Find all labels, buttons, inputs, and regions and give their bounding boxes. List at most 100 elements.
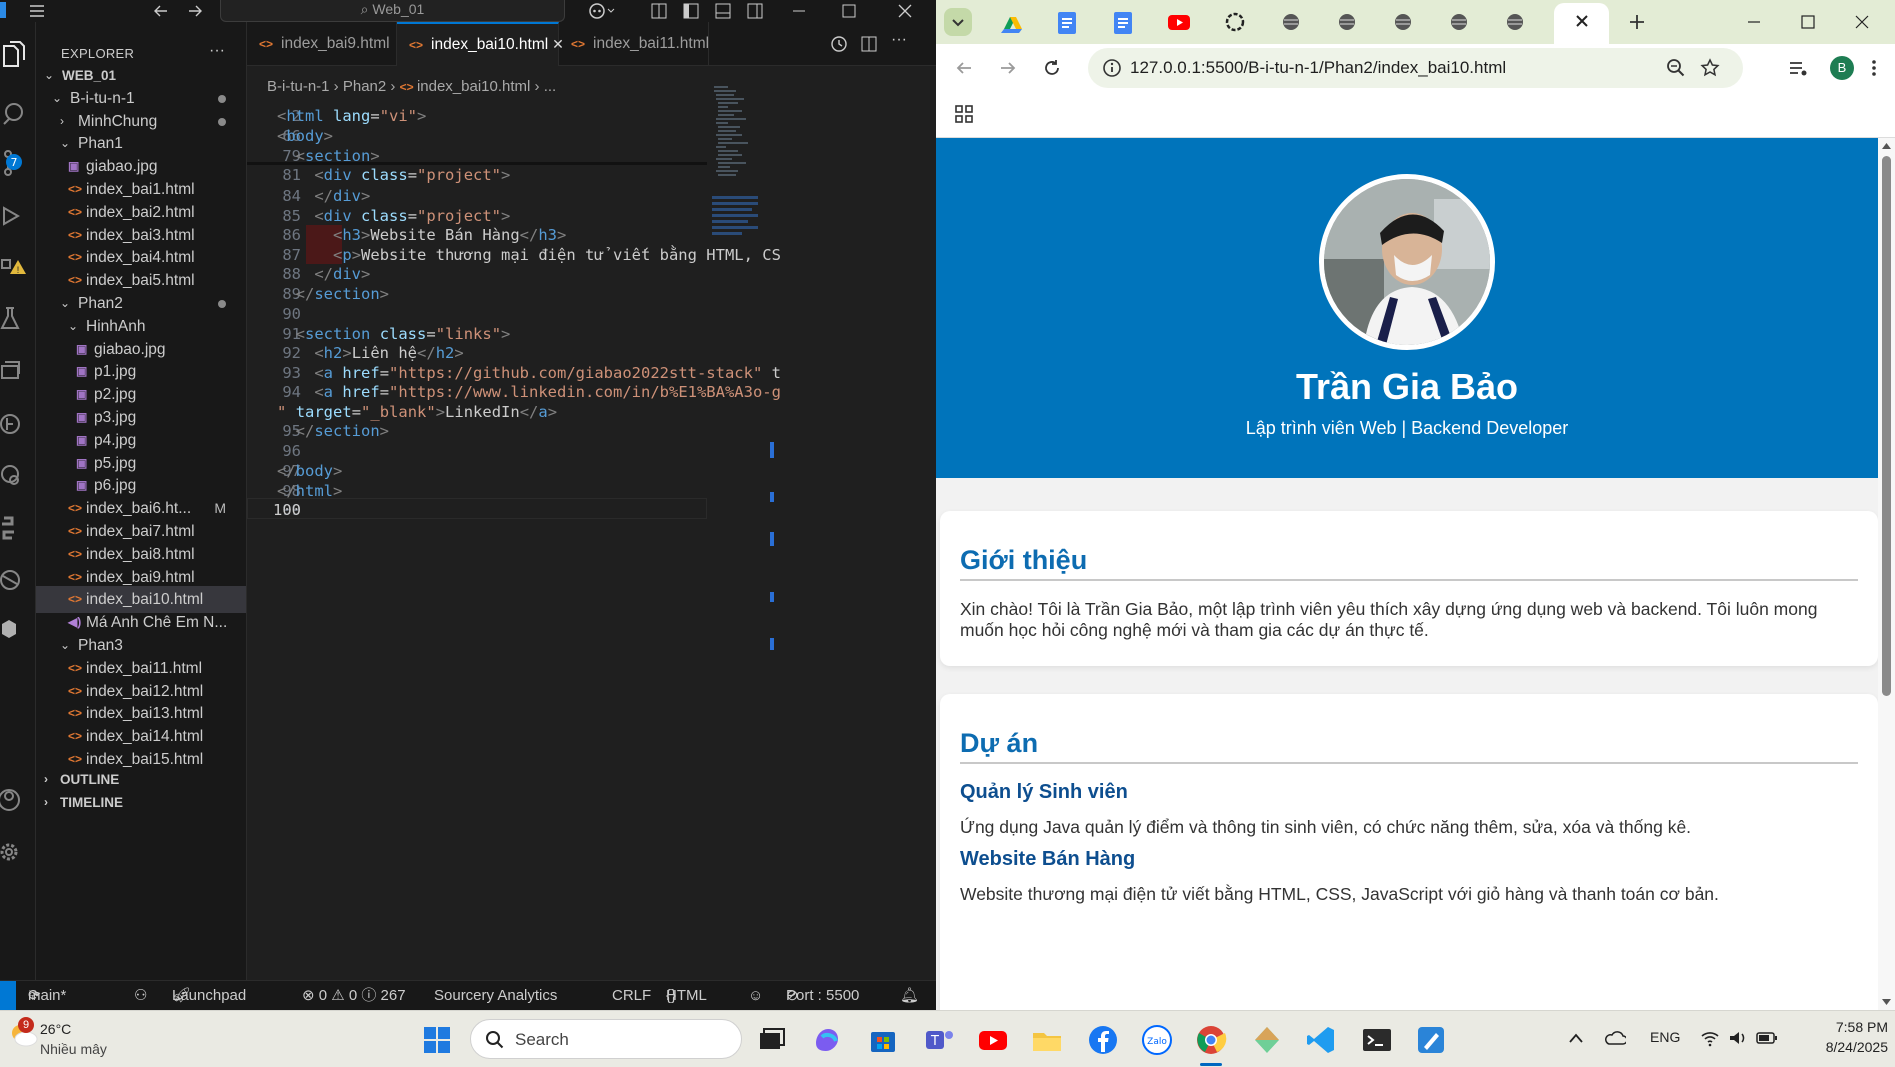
breadcrumb-item[interactable]: ... xyxy=(544,78,557,95)
bell-icon[interactable]: 🔔︎ xyxy=(900,981,919,1011)
maximize-icon[interactable] xyxy=(840,2,858,20)
problems-status[interactable]: ⊗ 0 ⚠ 0 ⓘ 267 xyxy=(302,981,406,1011)
taskbar-search[interactable]: Search xyxy=(470,1019,742,1059)
layout-icon[interactable] xyxy=(650,2,668,20)
bookmark-star-icon[interactable] xyxy=(1700,58,1720,78)
editor-tab[interactable]: <> index_bai10.html ✕ xyxy=(397,22,564,66)
tab-globe-4[interactable] xyxy=(1434,3,1484,41)
toggle-secondary-sidebar-icon[interactable] xyxy=(746,2,764,20)
wifi-icon[interactable] xyxy=(1700,1029,1720,1047)
task-view-icon[interactable] xyxy=(754,1023,788,1057)
tab-globe-2[interactable] xyxy=(1322,3,1372,41)
git-graph-activity[interactable] xyxy=(0,406,36,450)
close-tab-icon[interactable] xyxy=(1572,11,1592,31)
media-queue-icon[interactable] xyxy=(1788,58,1808,78)
live-share-activity[interactable] xyxy=(0,562,36,606)
tab-google-drive[interactable] xyxy=(986,3,1036,41)
file-explorer-icon[interactable] xyxy=(1030,1023,1064,1057)
page-scrollbar[interactable] xyxy=(1878,138,1895,1010)
tab-google-docs-1[interactable] xyxy=(1042,3,1092,41)
terminal-icon[interactable] xyxy=(1360,1023,1394,1057)
zoom-icon[interactable] xyxy=(1666,58,1686,78)
toggle-sidebar-icon[interactable] xyxy=(682,2,700,20)
minimize-icon[interactable] xyxy=(1744,12,1764,32)
editor-tab[interactable]: <> index_bai11.html xyxy=(559,22,709,66)
timeline-section[interactable]: › TIMELINE xyxy=(36,789,246,816)
kebab-menu-icon[interactable] xyxy=(1870,58,1878,78)
back-arrow-icon[interactable] xyxy=(152,2,170,20)
maximize-icon[interactable] xyxy=(1798,12,1818,32)
tab-google-docs-2[interactable] xyxy=(1098,3,1148,41)
microsoft-store-icon[interactable] xyxy=(866,1023,900,1057)
breadcrumb-item[interactable]: index_bai10.html xyxy=(417,78,530,95)
close-icon[interactable] xyxy=(1852,12,1872,32)
settings-activity[interactable] xyxy=(0,834,36,878)
clock-date[interactable]: 8/24/2025 xyxy=(1800,1039,1888,1055)
language-indicator[interactable]: ENG xyxy=(1650,1029,1680,1045)
zalo-icon[interactable]: Zalo xyxy=(1140,1023,1174,1057)
breadcrumb-item[interactable]: Phan2 xyxy=(343,78,386,95)
command-center-search[interactable]: ⌕ Web_01 xyxy=(220,0,565,22)
copilot-icon[interactable] xyxy=(588,2,616,20)
source-control-activity[interactable]: 7 xyxy=(0,146,36,190)
tab-active[interactable] xyxy=(1554,3,1609,44)
tab-globe-3[interactable] xyxy=(1378,3,1428,41)
vscode-icon[interactable] xyxy=(1304,1023,1338,1057)
copilot-icon[interactable] xyxy=(810,1023,844,1057)
volume-icon[interactable] xyxy=(1728,1029,1748,1047)
site-info-icon[interactable] xyxy=(1102,58,1122,78)
address-bar[interactable]: 127.0.0.1:5500/B-i-tu-n-1/Phan2/index_ba… xyxy=(1088,48,1743,88)
windows-start-icon[interactable] xyxy=(420,1023,454,1057)
breadcrumb-item[interactable]: B-i-tu-n-1 xyxy=(267,78,330,95)
scroll-down-icon[interactable] xyxy=(1881,998,1892,1006)
youtube-icon[interactable] xyxy=(976,1023,1010,1057)
docker-activity[interactable] xyxy=(0,458,36,502)
weather-widget[interactable]: 9 26°C Nhiều mây xyxy=(6,1015,136,1063)
sourcery-status[interactable]: Sourcery Analytics xyxy=(434,981,557,1011)
container-activity[interactable] xyxy=(0,612,36,656)
remote-explorer-activity[interactable] xyxy=(0,354,36,398)
chrome-icon[interactable] xyxy=(1194,1023,1228,1057)
scroll-thumb[interactable] xyxy=(1882,156,1891,696)
editor-tab[interactable]: <> index_bai9.html xyxy=(247,22,397,66)
reload-icon[interactable] xyxy=(1042,58,1062,78)
tab-search-icon[interactable] xyxy=(944,8,972,36)
profile-avatar[interactable]: B xyxy=(1830,56,1854,80)
minimize-icon[interactable] xyxy=(790,2,808,20)
extensions-activity[interactable]: ! xyxy=(0,250,36,294)
explorer-activity[interactable] xyxy=(0,38,36,82)
copilot-status-icon[interactable]: ☺ xyxy=(748,981,763,1011)
python-activity[interactable] xyxy=(0,510,36,554)
forward-arrow-icon[interactable] xyxy=(186,2,204,20)
testing-activity[interactable] xyxy=(0,302,36,346)
explorer-more-icon[interactable]: ··· xyxy=(209,42,225,60)
eol-status[interactable]: CRLF xyxy=(612,981,651,1011)
tab-youtube[interactable] xyxy=(1154,3,1204,41)
search-activity[interactable] xyxy=(0,96,36,140)
git-graph-status-icon[interactable]: ⚇ xyxy=(134,981,147,1011)
paint-app-icon[interactable] xyxy=(1414,1023,1448,1057)
timeline-icon[interactable] xyxy=(830,35,848,53)
split-editor-icon[interactable] xyxy=(860,35,878,53)
tab-globe-5[interactable] xyxy=(1490,3,1540,41)
back-arrow-icon[interactable] xyxy=(954,58,974,78)
tab-globe-1[interactable] xyxy=(1266,3,1316,41)
menu-icon[interactable] xyxy=(28,2,46,20)
app-diamond-icon[interactable] xyxy=(1250,1023,1284,1057)
accounts-activity[interactable] xyxy=(0,782,36,826)
run-debug-activity[interactable] xyxy=(0,198,36,242)
facebook-icon[interactable] xyxy=(1086,1023,1120,1057)
chevron-up-icon[interactable] xyxy=(1568,1031,1584,1045)
battery-icon[interactable] xyxy=(1756,1031,1778,1045)
tab-chatgpt[interactable] xyxy=(1210,3,1260,41)
apps-grid-icon[interactable] xyxy=(954,104,974,124)
forward-arrow-icon[interactable] xyxy=(998,58,1018,78)
scroll-up-icon[interactable] xyxy=(1881,142,1892,150)
remote-indicator[interactable] xyxy=(0,981,16,1011)
code-line[interactable]: 100 xyxy=(247,498,707,522)
onedrive-icon[interactable] xyxy=(1604,1029,1626,1047)
toggle-panel-icon[interactable] xyxy=(714,2,732,20)
close-icon[interactable] xyxy=(896,2,914,20)
new-tab-icon[interactable] xyxy=(1626,11,1648,33)
teams-icon[interactable]: T xyxy=(922,1023,956,1057)
